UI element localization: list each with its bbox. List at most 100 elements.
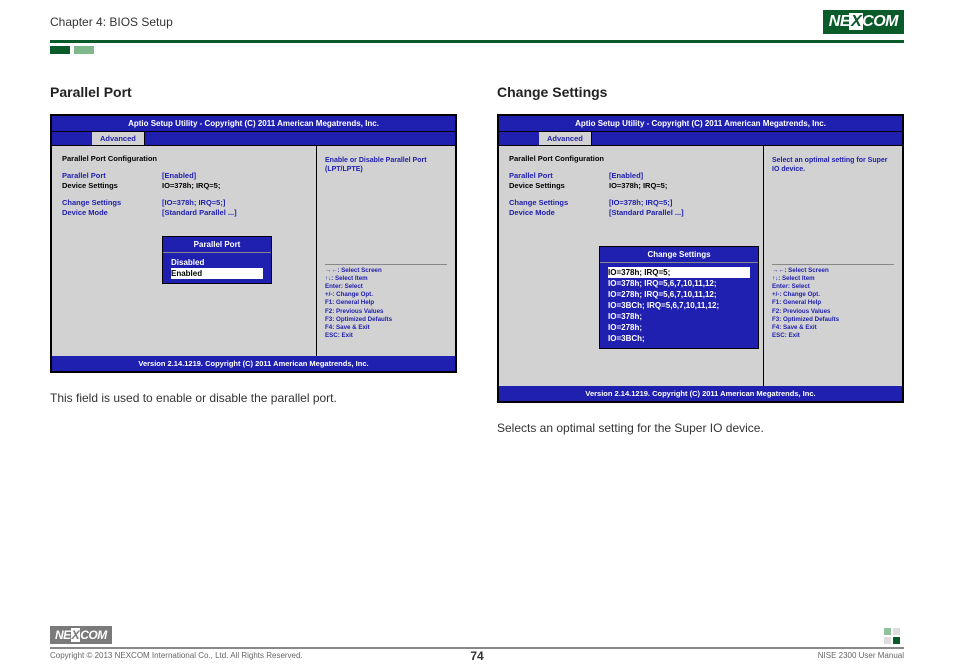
main-content: Parallel Port Aptio Setup Utility - Copy… [0,84,954,435]
popup-option[interactable]: IO=278h; IRQ=5,6,7,10,11,12; [608,289,750,300]
bios-body: Parallel Port Configuration Parallel Por… [499,145,902,386]
config-heading: Parallel Port Configuration [509,154,753,163]
nav-hint: +/-: Change Opt. [772,291,894,299]
setting-label: Change Settings [62,198,162,207]
footer-text: Copyright © 2013 NEXCOM International Co… [50,651,904,660]
setting-row[interactable]: Device SettingsIO=378h; IRQ=5; [62,181,306,190]
popup-option[interactable]: Disabled [171,257,263,268]
chapter-title: Chapter 4: BIOS Setup [50,15,173,29]
popup-title: Change Settings [600,247,758,263]
setting-label: Device Settings [509,181,609,190]
nav-help: →←: Select Screen↑↓: Select ItemEnter: S… [325,264,447,340]
nav-hint: F3: Optimized Defaults [772,316,894,324]
bios-titlebar: Aptio Setup Utility - Copyright (C) 2011… [499,116,902,131]
nav-hint: +/-: Change Opt. [325,291,447,299]
setting-row[interactable]: Device Mode[Standard Parallel ...] [509,208,753,217]
footer-logo: NEXCOM [50,626,112,644]
footer-copyright: Copyright © 2013 NEXCOM International Co… [50,651,303,660]
header-rule [50,40,904,43]
bios-footer: Version 2.14.1219. Copyright (C) 2011 Am… [499,386,902,401]
setting-row[interactable]: Parallel Port[Enabled] [62,171,306,180]
nav-hint: →←: Select Screen [772,267,894,275]
popup-option[interactable]: IO=378h; IRQ=5; [608,267,750,278]
setting-label: Device Mode [62,208,162,217]
setting-value: [Enabled] [609,171,643,180]
tab-advanced[interactable]: Advanced [92,132,145,145]
setting-value: [IO=378h; IRQ=5;] [609,198,672,207]
page-header: Chapter 4: BIOS Setup NEXCOM [0,0,954,40]
nav-hint: Enter: Select [325,283,447,291]
nav-hint: F4: Save & Exit [325,324,447,332]
nav-hint: Enter: Select [772,283,894,291]
help-text: Select an optimal setting for Super IO d… [772,156,894,174]
accent-squares [50,46,954,54]
nav-hint: F2: Previous Values [772,308,894,316]
popup-option[interactable]: IO=3BCh; IRQ=5,6,7,10,11,12; [608,300,750,311]
popup-options: IO=378h; IRQ=5;IO=378h; IRQ=5,6,7,10,11,… [600,263,758,348]
bios-help-pane: Select an optimal setting for Super IO d… [763,146,902,386]
popup-title: Parallel Port [163,237,271,253]
popup-option[interactable]: IO=278h; [608,322,750,333]
setting-row[interactable]: Parallel Port[Enabled] [509,171,753,180]
nexcom-logo: NEXCOM [823,10,904,34]
caption-left: This field is used to enable or disable … [50,391,457,405]
bios-settings-pane: Parallel Port Configuration Parallel Por… [499,146,763,386]
setting-label: Parallel Port [509,171,609,180]
setting-value: [Standard Parallel ...] [162,208,237,217]
setting-label: Device Mode [509,208,609,217]
left-column: Parallel Port Aptio Setup Utility - Copy… [50,84,457,435]
nav-hint: →←: Select Screen [325,267,447,275]
rows-group-2: Change Settings[IO=378h; IRQ=5;]Device M… [509,198,753,217]
logo-text: NEXCOM [823,10,904,34]
bios-tabs: Advanced [499,131,902,145]
tab-advanced[interactable]: Advanced [539,132,592,145]
popup-option[interactable]: IO=3BCh; [608,333,750,344]
decorative-squares [884,628,904,644]
bios-window-left: Aptio Setup Utility - Copyright (C) 2011… [50,114,457,373]
nav-hint: ESC: Exit [325,332,447,340]
bios-tabs: Advanced [52,131,455,145]
caption-right: Selects an optimal setting for the Super… [497,421,904,435]
popup-option[interactable]: IO=378h; IRQ=5,6,7,10,11,12; [608,278,750,289]
config-heading: Parallel Port Configuration [62,154,306,163]
setting-row[interactable]: Change Settings[IO=378h; IRQ=5;] [509,198,753,207]
popup-options: DisabledEnabled [163,253,271,283]
setting-row[interactable]: Change Settings[IO=378h; IRQ=5;] [62,198,306,207]
popup-parallel-port[interactable]: Parallel Port DisabledEnabled [162,236,272,284]
setting-label: Change Settings [509,198,609,207]
setting-value: [Standard Parallel ...] [609,208,684,217]
rows-group-1: Parallel Port[Enabled]Device SettingsIO=… [62,171,306,190]
setting-label: Parallel Port [62,171,162,180]
bios-window-right: Aptio Setup Utility - Copyright (C) 2011… [497,114,904,403]
popup-change-settings[interactable]: Change Settings IO=378h; IRQ=5;IO=378h; … [599,246,759,349]
nav-hint: F1: General Help [772,299,894,307]
setting-row[interactable]: Device SettingsIO=378h; IRQ=5; [509,181,753,190]
rows-group-1: Parallel Port[Enabled]Device SettingsIO=… [509,171,753,190]
help-text: Enable or Disable Parallel Port (LPT/LPT… [325,156,447,174]
footer-manual: NISE 2300 User Manual [818,651,904,660]
nav-hint: F4: Save & Exit [772,324,894,332]
setting-label: Device Settings [62,181,162,190]
bios-settings-pane: Parallel Port Configuration Parallel Por… [52,146,316,356]
nav-hint: ↑↓: Select Item [325,275,447,283]
right-column: Change Settings Aptio Setup Utility - Co… [497,84,904,435]
bios-footer: Version 2.14.1219. Copyright (C) 2011 Am… [52,356,455,371]
page-footer: NEXCOM Copyright © 2013 NEXCOM Internati… [50,626,904,660]
bios-titlebar: Aptio Setup Utility - Copyright (C) 2011… [52,116,455,131]
nav-hint: F3: Optimized Defaults [325,316,447,324]
nav-help: →←: Select Screen↑↓: Select ItemEnter: S… [772,264,894,340]
setting-row[interactable]: Device Mode[Standard Parallel ...] [62,208,306,217]
section-title-left: Parallel Port [50,84,457,100]
nav-hint: ESC: Exit [772,332,894,340]
setting-value: IO=378h; IRQ=5; [609,181,667,190]
popup-option[interactable]: IO=378h; [608,311,750,322]
bios-body: Parallel Port Configuration Parallel Por… [52,145,455,356]
setting-value: [IO=378h; IRQ=5;] [162,198,225,207]
setting-value: [Enabled] [162,171,196,180]
nav-hint: F1: General Help [325,299,447,307]
popup-option[interactable]: Enabled [171,268,263,279]
section-title-right: Change Settings [497,84,904,100]
setting-value: IO=378h; IRQ=5; [162,181,220,190]
rows-group-2: Change Settings[IO=378h; IRQ=5;]Device M… [62,198,306,217]
page-number: 74 [470,649,483,663]
